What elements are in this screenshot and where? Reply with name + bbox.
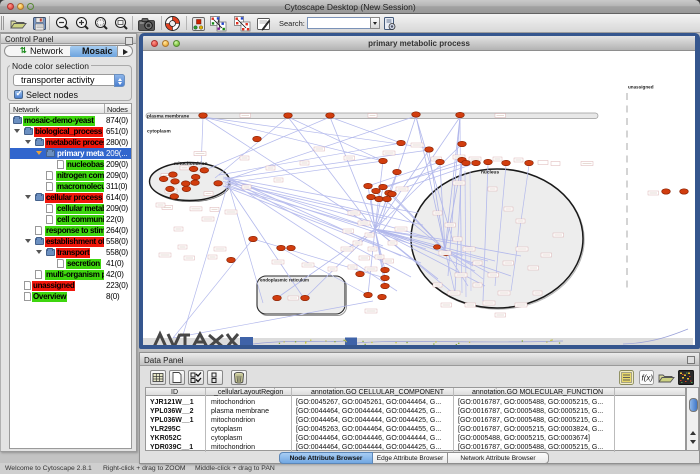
svg-text:cytoplasm: cytoplasm [147, 129, 171, 135]
svg-text:plasma membrane: plasma membrane [147, 114, 189, 120]
svg-text:mitochondrion: mitochondrion [174, 161, 208, 167]
svg-text:nucleus: nucleus [481, 170, 499, 176]
svg-text:endoplasmic reticulum: endoplasmic reticulum [260, 278, 309, 283]
svg-text:unassigned: unassigned [628, 85, 654, 90]
svg-text:f(x): f(x) [642, 374, 654, 383]
